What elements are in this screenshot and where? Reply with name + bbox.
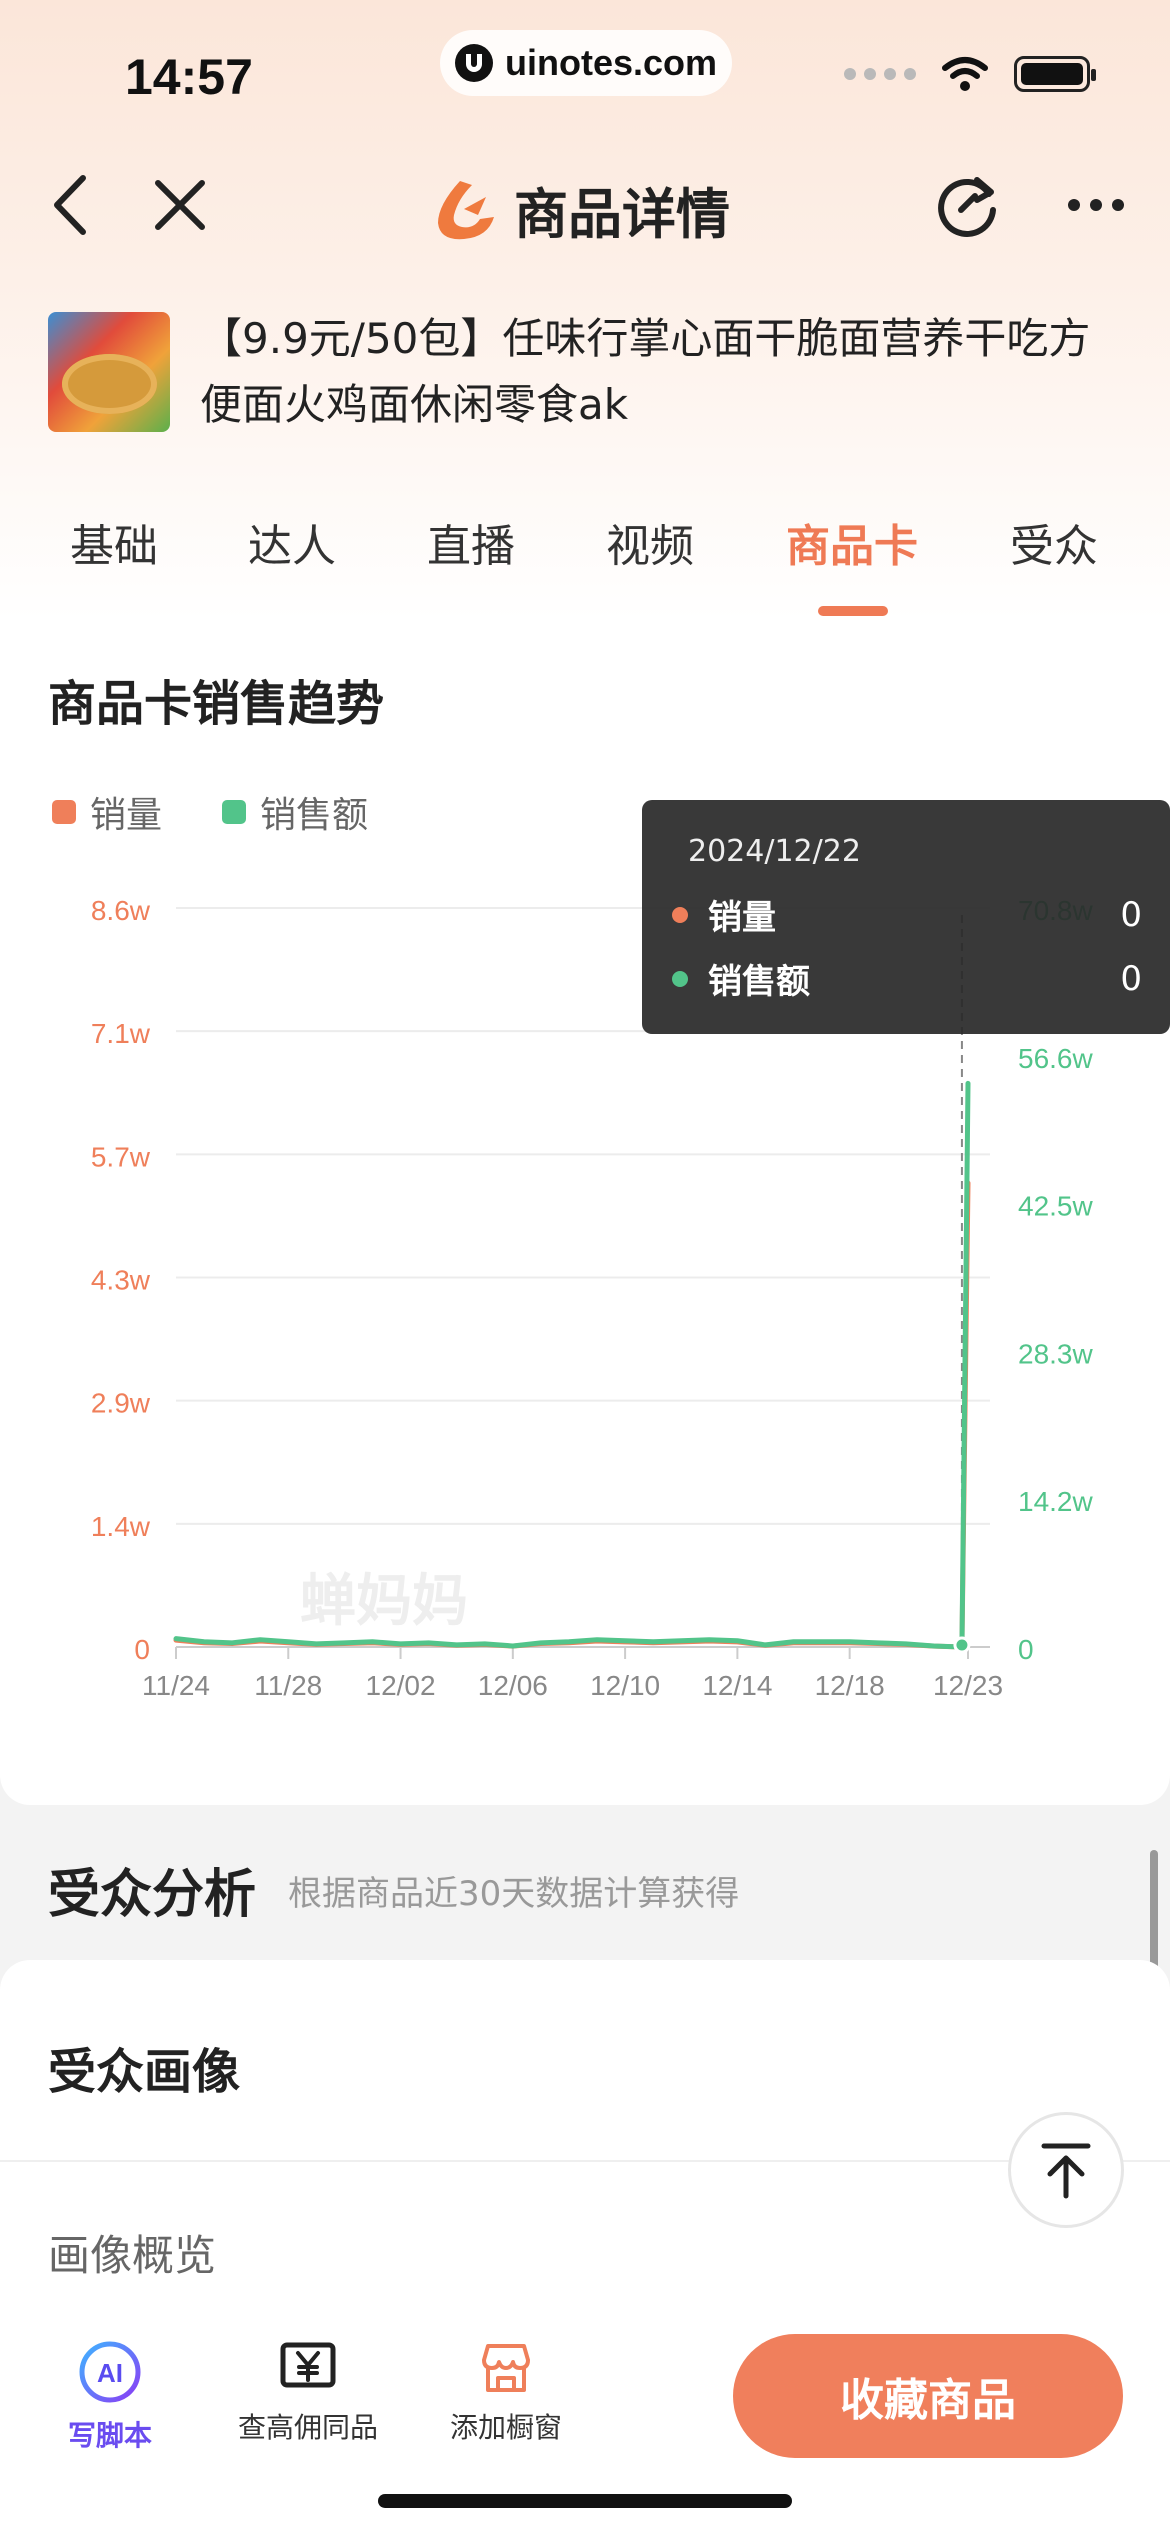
chart-tooltip: 2024/12/22 销量 0 销售额 0	[642, 800, 1170, 1034]
x-tick-label: 12/23	[933, 1670, 1003, 1701]
y-right-tick-label: 0	[1018, 1634, 1034, 1665]
series-line-sales	[173, 1180, 971, 1650]
divider	[0, 2160, 1170, 2162]
high-commission-label: 查高佣同品	[237, 2411, 378, 2444]
y-left-tick-label: 7.1w	[91, 1018, 151, 1049]
ai-icon: AI	[79, 2341, 141, 2403]
tab-basic[interactable]: 基础	[70, 510, 158, 574]
write-script-button[interactable]: AI 写脚本	[30, 2340, 190, 2454]
tooltip-date: 2024/12/22	[688, 834, 861, 869]
refresh-button[interactable]	[928, 165, 1008, 245]
tab-influencers[interactable]: 达人	[248, 510, 336, 574]
y-right-tick-label: 56.6w	[1018, 1043, 1093, 1074]
tooltip-dot-sales	[672, 906, 688, 923]
y-left-tick-label: 4.3w	[91, 1265, 151, 1296]
tab-video[interactable]: 视频	[606, 510, 694, 574]
audience-subheading: 根据商品近30天数据计算获得	[288, 1874, 740, 1914]
x-tick-label: 12/02	[366, 1670, 436, 1701]
legend-label-sales: 销量	[90, 795, 163, 836]
legend-swatch-sales	[52, 800, 76, 824]
legend-swatch-revenue	[222, 800, 247, 824]
y-left-tick-label: 2.9w	[91, 1388, 151, 1419]
chanmama-logo-icon	[438, 180, 494, 239]
audience-card-title: 受众画像	[48, 2044, 241, 2100]
status-time: 14:57	[125, 49, 253, 105]
tooltip-row-sales: 销量 0	[672, 890, 1142, 939]
high-commission-button[interactable]: 查高佣同品	[228, 2340, 388, 2446]
legend-item-revenue[interactable]: 销售额	[222, 786, 368, 838]
tooltip-label-revenue: 销售额	[708, 962, 810, 1002]
tab-audience[interactable]: 受众	[1010, 510, 1098, 574]
y-right-tick-label: 14.2w	[1018, 1486, 1093, 1517]
y-right-tick-label: 28.3w	[1018, 1339, 1093, 1370]
y-left-tick-label: 5.7w	[91, 1141, 151, 1172]
y-left-tick-label: 8.6w	[91, 895, 151, 926]
x-tick-label: 12/06	[478, 1670, 548, 1701]
tooltip-dot-revenue	[672, 970, 688, 987]
chart-title: 商品卡销售趋势	[48, 676, 385, 732]
legend-label-revenue: 销售额	[260, 795, 369, 836]
hover-point	[953, 1636, 971, 1654]
header-title: 商品详情	[430, 170, 730, 249]
close-icon	[155, 180, 205, 230]
yen-icon	[280, 2342, 336, 2388]
page-title: 商品详情	[514, 183, 730, 246]
add-showcase-label: 添加橱窗	[449, 2411, 562, 2444]
tab-bar: 基础 达人 直播 视频 商品卡 受众	[0, 500, 1170, 620]
tooltip-value-revenue: 0	[1120, 958, 1142, 999]
store-icon	[482, 2344, 530, 2392]
chart-legend: 销量 销售额	[52, 786, 368, 838]
site-logo-icon	[454, 44, 493, 82]
x-tick-label: 11/24	[142, 1670, 210, 1701]
write-script-label: 写脚本	[67, 2419, 152, 2452]
url-pill[interactable]: uinotes.com	[440, 30, 732, 96]
back-button[interactable]	[30, 165, 110, 245]
audience-heading: 受众分析	[48, 1865, 257, 1925]
chevron-left-icon	[54, 175, 86, 235]
active-tab-indicator	[818, 606, 888, 616]
tooltip-value-sales: 0	[1120, 894, 1142, 935]
legend-item-sales[interactable]: 销量	[52, 786, 162, 838]
x-tick-label: 12/18	[815, 1670, 885, 1701]
series-line-revenue	[173, 1080, 971, 1650]
close-button[interactable]	[140, 165, 220, 245]
tab-product-card[interactable]: 商品卡	[786, 510, 918, 574]
wifi-icon	[942, 57, 988, 91]
arrow-up-icon	[1041, 2143, 1091, 2199]
svg-text:AI: AI	[97, 2358, 123, 2388]
y-right-tick-label: 42.5w	[1018, 1190, 1093, 1221]
status-icons	[844, 56, 1096, 92]
watermark: 蝉妈妈	[300, 1569, 468, 1634]
signal-icon	[844, 68, 916, 80]
tooltip-label-sales: 销量	[708, 898, 776, 938]
x-tick-label: 12/10	[590, 1670, 660, 1701]
refresh-icon	[938, 177, 996, 237]
y-left-tick-label: 0	[134, 1634, 150, 1665]
back-to-top-button[interactable]	[1008, 2112, 1124, 2228]
more-icon	[1068, 199, 1124, 211]
overview-label: 画像概览	[48, 2231, 217, 2280]
product-title: 【9.9元/50包】任味行掌心面干脆面营养干吃方便面火鸡面休闲零食ak	[200, 314, 1091, 429]
tab-live[interactable]: 直播	[427, 510, 515, 574]
url-text: uinotes.com	[504, 42, 718, 83]
battery-icon	[1014, 56, 1096, 92]
product-image[interactable]	[48, 312, 170, 432]
home-indicator	[378, 2494, 792, 2508]
y-left-tick-label: 1.4w	[91, 1511, 151, 1542]
more-button[interactable]	[1056, 165, 1136, 245]
x-tick-label: 12/14	[702, 1670, 772, 1701]
add-showcase-button[interactable]: 添加橱窗	[426, 2340, 586, 2446]
favorite-product-button[interactable]: 收藏商品	[733, 2334, 1123, 2458]
tooltip-row-revenue: 销售额 0	[672, 954, 1142, 1003]
x-tick-label: 11/28	[254, 1670, 322, 1701]
